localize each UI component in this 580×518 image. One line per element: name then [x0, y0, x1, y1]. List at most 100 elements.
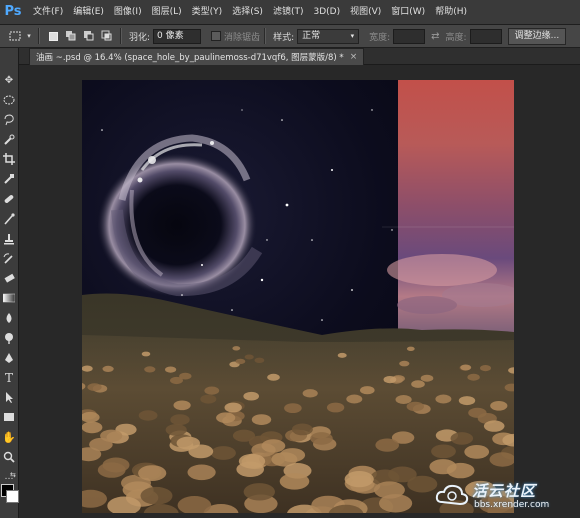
grass-tuft	[210, 446, 236, 460]
subtract-from-selection-icon[interactable]	[82, 29, 96, 43]
menu-type[interactable]: 类型(Y)	[187, 0, 228, 24]
grass-tuft	[173, 400, 191, 411]
eyedropper-icon[interactable]	[1, 171, 17, 187]
blur-tool-icon[interactable]	[1, 310, 17, 326]
grass-tuft	[435, 394, 452, 404]
grass-tuft	[200, 394, 217, 404]
grass-tuft	[337, 352, 347, 358]
grass-tuft	[483, 420, 505, 432]
add-to-selection-icon[interactable]	[64, 29, 78, 43]
grass-tuft	[261, 439, 286, 453]
separator	[38, 28, 40, 44]
rectangle-shape-icon[interactable]	[1, 409, 17, 425]
brush-tool-icon[interactable]	[1, 211, 17, 227]
refine-edge-button[interactable]: 调整边缘...	[507, 27, 567, 45]
type-tool-icon[interactable]: T	[1, 370, 17, 386]
intersect-selection-icon[interactable]	[100, 29, 114, 43]
grass-tuft	[383, 376, 397, 384]
grass-tuft	[243, 391, 259, 401]
menu-3d[interactable]: 3D(D)	[308, 0, 345, 24]
grass-tuft	[480, 365, 491, 372]
antialias-checkbox[interactable]	[211, 31, 222, 41]
grass-tuft	[467, 373, 480, 381]
width-input[interactable]	[393, 28, 426, 44]
gradient-tool-icon[interactable]	[1, 290, 17, 306]
menu-image[interactable]: 图像(I)	[109, 0, 147, 24]
new-selection-icon[interactable]	[46, 29, 60, 43]
grass-tuft	[82, 421, 103, 434]
photoshop-logo: Ps	[4, 4, 22, 19]
grass-tuft	[244, 354, 254, 360]
grass-tuft	[464, 445, 490, 459]
grass-tuft	[188, 444, 214, 459]
chevron-down-icon: ▾	[350, 31, 355, 40]
grass-tuft	[138, 410, 158, 421]
style-label: 样式:	[273, 32, 295, 43]
lasso-tool-icon[interactable]	[1, 112, 17, 128]
menu-bar: Ps 文件(F) 编辑(E) 图像(I) 图层(L) 类型(Y) 选择(S) 滤…	[0, 0, 580, 25]
grass-tuft	[344, 471, 374, 488]
grass-tuft	[216, 412, 236, 424]
grass-tuft	[187, 464, 216, 481]
grass-tuft	[251, 414, 272, 425]
background-color-swatch[interactable]	[6, 490, 19, 503]
watermark: 活云社区 bbs.xrender.com	[432, 478, 580, 518]
document-tab[interactable]: 油画 ~.psd @ 16.4% (space_hole_by_paulinem…	[29, 48, 365, 65]
zoom-tool-icon[interactable]	[1, 449, 17, 465]
grass-tuft	[284, 403, 302, 413]
grass-tuft	[420, 374, 434, 382]
grass-tuft	[450, 432, 474, 445]
grass-tuft	[170, 376, 183, 385]
feather-input[interactable]: 0 像素	[153, 28, 202, 44]
move-tool-icon[interactable]: ✥	[1, 72, 17, 88]
eraser-icon[interactable]	[1, 270, 17, 286]
watermark-url: bbs.xrender.com	[474, 500, 550, 510]
photoshop-window: Ps 文件(F) 编辑(E) 图像(I) 图层(L) 类型(Y) 选择(S) 滤…	[0, 0, 580, 518]
pen-tool-icon[interactable]	[1, 350, 17, 366]
separator	[120, 28, 122, 44]
history-brush-icon[interactable]	[1, 251, 17, 267]
tools-panel: ✥ T ✋ …	[0, 48, 19, 518]
grass-tuft	[326, 402, 345, 413]
grass-tuft	[431, 444, 456, 459]
grass-tuft	[279, 473, 310, 490]
close-icon[interactable]: ×	[350, 52, 358, 62]
quick-selection-icon[interactable]	[1, 132, 17, 148]
menu-help[interactable]: 帮助(H)	[430, 0, 472, 24]
height-label: 高度:	[445, 32, 467, 43]
grass-tuft	[468, 407, 487, 418]
menu-select[interactable]: 选择(S)	[227, 0, 268, 24]
chevron-down-icon[interactable]: ▾	[26, 29, 32, 43]
menu-filter[interactable]: 滤镜(T)	[268, 0, 309, 24]
healing-brush-icon[interactable]	[1, 191, 17, 207]
swap-colors-icon[interactable]: ⇆	[10, 471, 16, 479]
swap-dimensions-icon[interactable]: ⇄	[431, 31, 439, 42]
grass-tuft	[291, 423, 313, 436]
grass-tuft	[87, 383, 102, 391]
grass-tuft	[373, 481, 405, 499]
menu-edit[interactable]: 编辑(E)	[68, 0, 109, 24]
style-select[interactable]: 正常 ▾	[297, 28, 360, 44]
grass-tuft	[267, 373, 280, 381]
hand-tool-icon[interactable]: ✋	[1, 429, 17, 445]
grass-tuft	[399, 360, 410, 367]
grass-tuft	[100, 429, 123, 442]
marquee-tool-preset-icon[interactable]	[8, 29, 22, 43]
grass-tuft	[165, 424, 187, 436]
menu-layer[interactable]: 图层(L)	[147, 0, 187, 24]
menu-view[interactable]: 视图(V)	[345, 0, 386, 24]
menu-file[interactable]: 文件(F)	[28, 0, 68, 24]
grass-tuft	[140, 486, 173, 505]
grass-tuft	[102, 365, 114, 372]
grass-tuft	[170, 414, 190, 426]
height-input[interactable]	[469, 28, 502, 44]
grass-tuft	[460, 364, 472, 371]
menu-window[interactable]: 窗口(W)	[386, 0, 430, 24]
grass-tuft	[235, 358, 246, 365]
crop-tool-icon[interactable]	[1, 151, 17, 167]
clone-stamp-icon[interactable]	[1, 231, 17, 247]
elliptical-marquee-icon[interactable]	[1, 92, 17, 108]
dodge-tool-icon[interactable]	[1, 330, 17, 346]
document-canvas[interactable]	[82, 80, 514, 513]
path-selection-icon[interactable]	[1, 389, 17, 405]
